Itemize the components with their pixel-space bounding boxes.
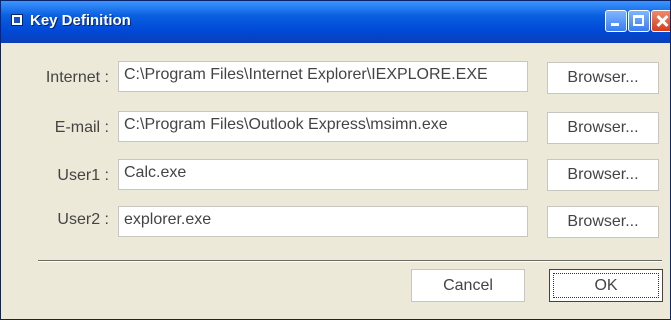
cancel-button[interactable]: Cancel: [411, 269, 525, 302]
user1-path-field[interactable]: Calc.exe: [118, 159, 528, 190]
internet-label: Internet :: [45, 69, 109, 86]
app-icon[interactable]: [11, 14, 23, 26]
user2-path-field[interactable]: explorer.exe: [118, 206, 528, 237]
ok-button[interactable]: OK: [549, 269, 663, 302]
email-browse-button[interactable]: Browser...: [547, 112, 659, 144]
internet-browse-button[interactable]: Browser...: [547, 62, 659, 94]
email-path-field[interactable]: C:\Program Files\Outlook Express\msimn.e…: [118, 111, 528, 142]
user2-label: User2 :: [57, 211, 109, 228]
title-bar[interactable]: Key Definition: [1, 1, 670, 43]
user1-browse-button[interactable]: Browser...: [547, 159, 659, 191]
internet-path-field[interactable]: C:\Program Files\Internet Explorer\IEXPL…: [118, 61, 528, 92]
window-title: Key Definition: [30, 12, 131, 29]
ok-button-label: OK: [594, 277, 618, 294]
separator: [38, 260, 662, 262]
maximize-button[interactable]: [628, 10, 650, 32]
user1-label: User1 :: [57, 167, 109, 184]
email-label: E-mail :: [54, 119, 109, 136]
minimize-button[interactable]: [605, 10, 627, 32]
user2-browse-button[interactable]: Browser...: [547, 206, 659, 238]
key-definition-window: Key Definition Internet : C:\Program Fil…: [0, 0, 671, 320]
close-button[interactable]: [651, 10, 670, 32]
